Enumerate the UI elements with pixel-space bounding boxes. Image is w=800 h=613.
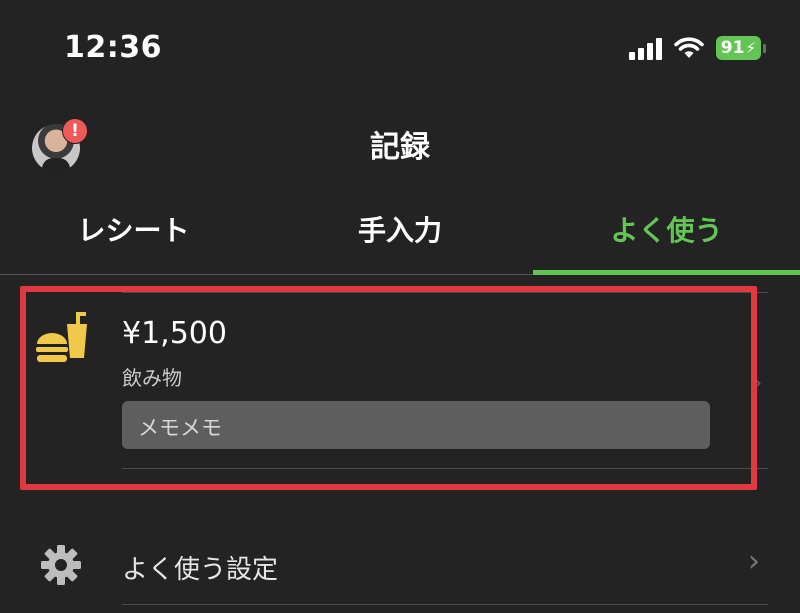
signal-icon bbox=[628, 36, 662, 60]
tab-favorites[interactable]: よく使う bbox=[533, 209, 800, 249]
tab-receipt[interactable]: レシート bbox=[0, 209, 267, 249]
battery-icon: 91 ⚡ bbox=[715, 36, 766, 60]
wifi-icon bbox=[673, 37, 704, 58]
tab-manual-entry[interactable]: 手入力 bbox=[267, 209, 533, 249]
status-time: 12:36 bbox=[64, 30, 162, 65]
page-title: 記録 bbox=[370, 130, 430, 165]
active-tab-indicator bbox=[533, 270, 800, 275]
chevron-right-icon[interactable]: › bbox=[748, 544, 760, 579]
gear-icon bbox=[41, 545, 81, 585]
charging-bolt-icon: ⚡ bbox=[745, 39, 756, 57]
settings-divider bbox=[122, 604, 768, 605]
battery-level: 91 bbox=[720, 38, 745, 58]
highlight-frame bbox=[20, 286, 757, 490]
status-icons: 91 ⚡ bbox=[628, 36, 766, 60]
favorites-settings-label[interactable]: よく使う設定 bbox=[122, 549, 278, 586]
